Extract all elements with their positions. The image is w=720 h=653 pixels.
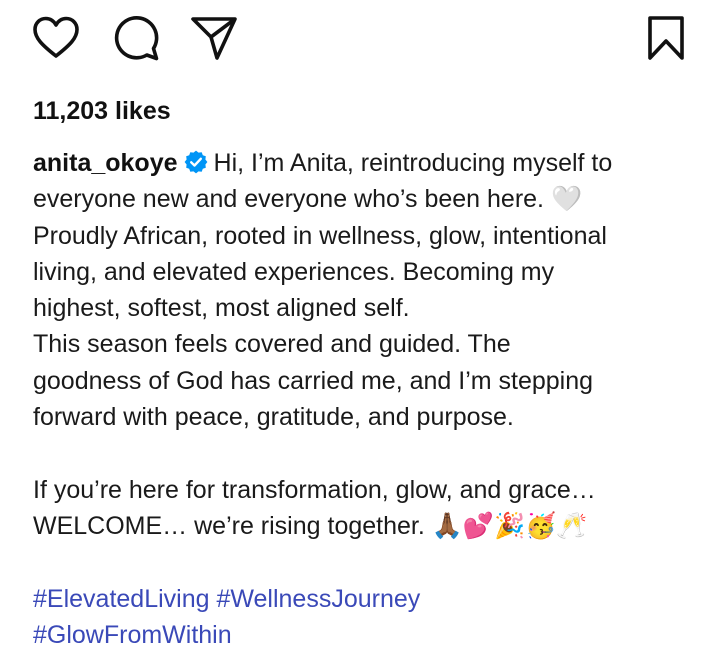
caption-line: goodness of God has carried me, and I’m …	[33, 366, 594, 395]
caption-line: anita_okoye Hi, I’m Anita, reintroducing…	[33, 145, 693, 181]
likes-count[interactable]: 11,203 likes	[33, 96, 171, 126]
caption-line: everyone new and everyone who’s been her…	[33, 185, 583, 214]
post-caption: anita_okoye Hi, I’m Anita, reintroducing…	[33, 145, 693, 653]
share-icon[interactable]	[190, 15, 238, 61]
caption-line: If you’re here for transformation, glow,…	[33, 475, 596, 504]
caption-line: highest, softest, most aligned self.	[33, 294, 410, 323]
caption-line: This season feels covered and guided. Th…	[33, 330, 511, 359]
caption-line: living, and elevated experiences. Becomi…	[33, 257, 555, 286]
post-action-bar	[0, 0, 720, 80]
hashtag-line: #GlowFromWithin	[33, 617, 693, 653]
caption-line: Proudly African, rooted in wellness, glo…	[33, 221, 607, 250]
hashtag-link[interactable]: #WellnessJourney	[216, 585, 420, 613]
hashtag-link[interactable]: #ElevatedLiving	[33, 585, 210, 613]
username[interactable]: anita_okoye	[33, 149, 178, 177]
heart-icon[interactable]	[32, 16, 80, 60]
caption-line: forward with peace, gratitude, and purpo…	[33, 403, 514, 432]
comment-icon[interactable]	[113, 15, 159, 61]
bookmark-icon[interactable]	[646, 15, 686, 61]
caption-line: WELCOME… we’re rising together. 🙏🏾💕🎉🥳🥂	[33, 511, 588, 540]
caption-text: Hi, I’m Anita, reintroducing myself to	[213, 149, 613, 177]
verified-badge-icon	[184, 150, 208, 174]
hashtag-link[interactable]: #GlowFromWithin	[33, 621, 232, 649]
hashtag-line: #ElevatedLiving #WellnessJourney	[33, 581, 693, 617]
